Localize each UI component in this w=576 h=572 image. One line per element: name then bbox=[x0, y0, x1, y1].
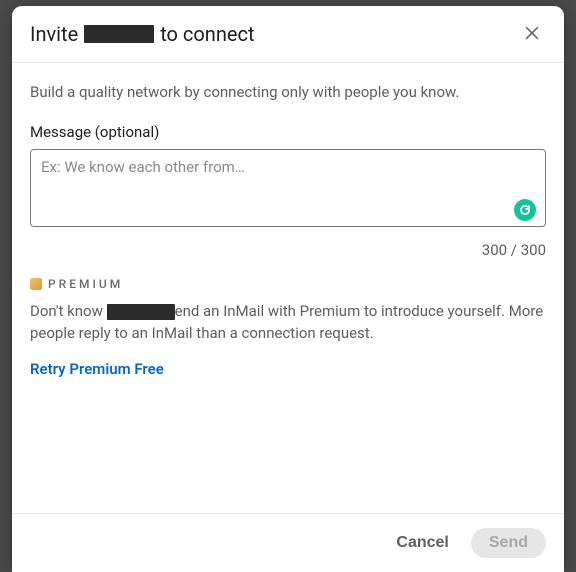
modal-body: Build a quality network by connecting on… bbox=[12, 63, 564, 513]
close-icon bbox=[522, 23, 542, 46]
retry-premium-link[interactable]: Retry Premium Free bbox=[30, 360, 164, 378]
inmail-text: Don't know end an InMail with Premium to… bbox=[30, 301, 546, 345]
send-button[interactable]: Send bbox=[471, 528, 546, 558]
modal-title: Invite to connect bbox=[30, 22, 254, 46]
grammarly-icon[interactable] bbox=[514, 199, 536, 221]
modal-footer: Cancel Send bbox=[12, 513, 564, 572]
invite-modal: Invite to connect Build a quality networ… bbox=[12, 6, 564, 572]
redacted-name-2 bbox=[107, 304, 175, 320]
premium-icon bbox=[30, 278, 42, 290]
inmail-prefix: Don't know bbox=[30, 302, 107, 320]
premium-badge: PREMIUM bbox=[30, 277, 546, 291]
modal-header: Invite to connect bbox=[12, 6, 564, 63]
cancel-button[interactable]: Cancel bbox=[386, 528, 458, 558]
message-field-wrap bbox=[30, 149, 546, 231]
title-prefix: Invite bbox=[30, 22, 78, 46]
close-button[interactable] bbox=[518, 20, 546, 48]
redacted-name bbox=[84, 25, 154, 43]
premium-label: PREMIUM bbox=[48, 277, 123, 291]
helper-text: Build a quality network by connecting on… bbox=[30, 83, 546, 101]
title-suffix: to connect bbox=[160, 22, 254, 46]
char-count: 300 / 300 bbox=[30, 241, 546, 259]
message-input[interactable] bbox=[30, 149, 546, 227]
message-label: Message (optional) bbox=[30, 123, 546, 141]
